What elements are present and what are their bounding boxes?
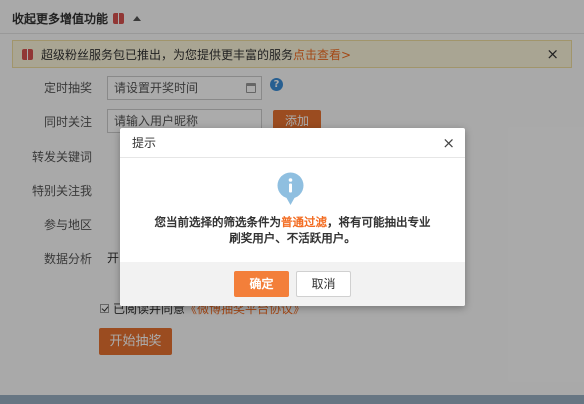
dialog-footer: 确定 取消 [120,262,465,306]
dialog-close-icon[interactable]: × [442,134,455,152]
confirm-button[interactable]: 确定 [234,271,289,297]
dialog-header: 提示 × [120,128,465,158]
message-before: 您当前选择的筛选条件为 [154,215,282,229]
dialog-message: 您当前选择的筛选条件为普通过滤，将有可能抽出专业刷奖用户、不活跃用户。 [150,214,435,246]
dialog-title: 提示 [132,136,157,150]
filter-highlight: 普通过滤 [281,215,327,229]
info-icon [277,172,304,205]
prompt-dialog: 提示 × 您当前选择的筛选条件为普通过滤，将有可能抽出专业刷奖用户、不活跃用户。… [120,128,465,306]
cancel-button[interactable]: 取消 [296,271,351,297]
